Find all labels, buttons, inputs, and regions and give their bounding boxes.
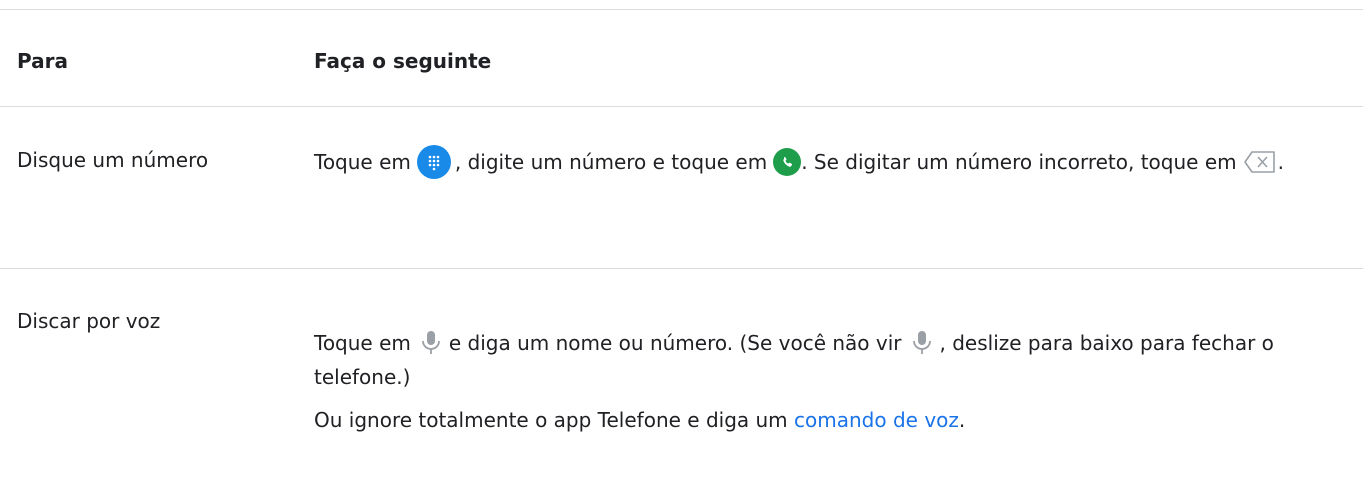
dial-text-1: Toque em	[314, 150, 411, 174]
mic-icon	[419, 328, 443, 358]
header-faca-o-seguinte: Faça o seguinte	[314, 49, 492, 73]
voice-text-1: Toque em	[314, 331, 411, 355]
voice-text-4: Ou ignore totalmente o app Telefone e di…	[314, 408, 788, 432]
dial-text-3: . Se digitar um número incorreto, toque …	[801, 150, 1237, 174]
backspace-icon	[1243, 149, 1277, 175]
mic-icon	[910, 328, 934, 358]
dial-text-4: .	[1277, 150, 1284, 174]
voice-text-5: .	[958, 408, 966, 432]
row-dial-number-instructions: Toque em , digite um número e toque em . S…	[314, 143, 1354, 191]
instructions-table: Para Faça o seguinte Disque um número To…	[0, 0, 1363, 477]
row-dial-number-action: Disque um número	[17, 148, 209, 172]
header-divider	[0, 106, 1363, 107]
row-voice-dial-action: Discar por voz	[17, 309, 161, 333]
header-para: Para	[17, 49, 68, 73]
dialpad-icon	[416, 144, 451, 179]
dial-number-paragraph: Toque em , digite um número e toque em . S…	[314, 143, 1354, 182]
voice-dial-paragraph-1: Toque em e diga um nome ou número. (Se vo…	[314, 326, 1354, 394]
row-voice-dial-instructions: Toque em e diga um nome ou número. (Se vo…	[314, 326, 1354, 446]
table-top-divider	[0, 9, 1363, 10]
voice-command-link[interactable]: comando de voz	[794, 408, 959, 432]
dial-text-2: , digite um número e toque em	[454, 150, 768, 174]
voice-text-2: e diga um nome ou número. (Se você não v…	[448, 331, 902, 355]
call-icon	[773, 147, 802, 176]
row-divider	[0, 268, 1363, 269]
voice-dial-paragraph-2: Ou ignore totalmente o app Telefone e di…	[314, 403, 1354, 437]
